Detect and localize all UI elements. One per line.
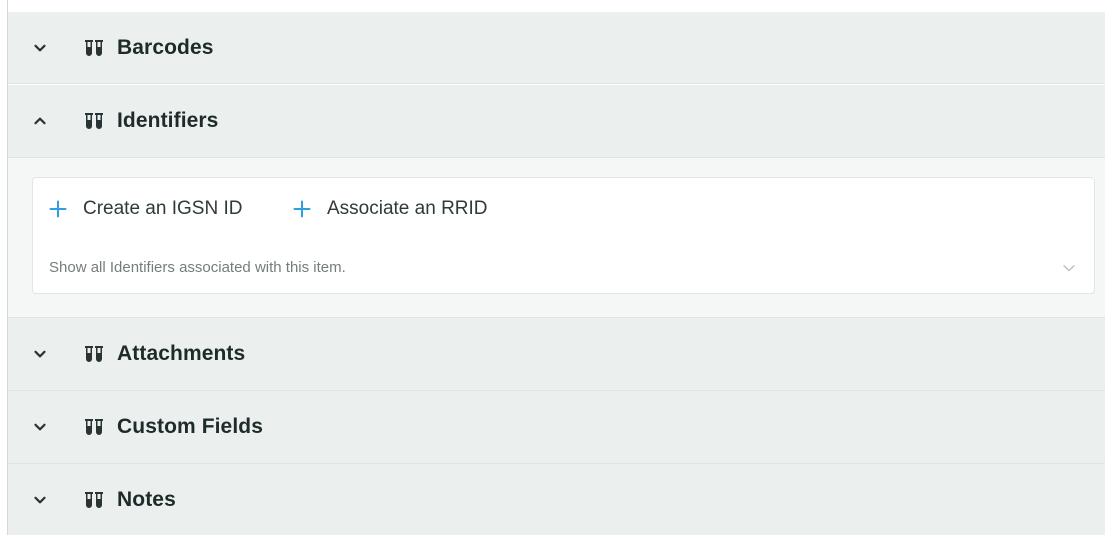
sample-tubes-icon: [82, 112, 106, 130]
sample-tubes-icon: [82, 418, 106, 436]
section-header-attachments[interactable]: Attachments: [8, 318, 1105, 391]
chevron-down-icon[interactable]: [1061, 260, 1077, 276]
section-title: Barcodes: [117, 35, 214, 59]
chevron-down-icon[interactable]: [32, 419, 48, 435]
section-header-barcodes[interactable]: Barcodes: [8, 12, 1105, 84]
identifiers-card: Create an IGSN ID Associate an RRID Show…: [32, 177, 1095, 294]
section-title: Custom Fields: [117, 415, 263, 438]
plus-icon: [49, 200, 67, 218]
section-title: Notes: [117, 487, 176, 511]
section-title: Attachments: [117, 342, 246, 365]
chevron-down-icon[interactable]: [32, 492, 48, 508]
create-igsn-id-button[interactable]: Create an IGSN ID: [49, 196, 242, 222]
chevron-up-icon[interactable]: [32, 113, 48, 129]
associate-rrid-button[interactable]: Associate an RRID: [293, 196, 488, 222]
sample-tubes-icon: [82, 39, 106, 57]
chevron-down-icon[interactable]: [32, 346, 48, 362]
associate-rrid-label: Associate an RRID: [327, 198, 488, 219]
section-title: Identifiers: [117, 109, 219, 132]
section-header-identifiers[interactable]: Identifiers: [8, 85, 1105, 158]
sample-tubes-icon: [82, 345, 106, 363]
section-header-notes[interactable]: Notes: [8, 464, 1105, 535]
chevron-down-icon[interactable]: [32, 40, 48, 56]
section-header-custom-fields[interactable]: Custom Fields: [8, 391, 1105, 464]
identifiers-section-body: Create an IGSN ID Associate an RRID Show…: [8, 158, 1105, 318]
create-igsn-id-label: Create an IGSN ID: [83, 198, 243, 219]
item-sections-panel: Barcodes Identifiers Create an IGSN ID A…: [0, 0, 1105, 535]
panel-top-strip: [8, 0, 1105, 12]
identifiers-description: Show all Identifiers associated with thi…: [49, 259, 346, 276]
plus-icon: [293, 200, 311, 218]
sample-tubes-icon: [82, 491, 106, 509]
